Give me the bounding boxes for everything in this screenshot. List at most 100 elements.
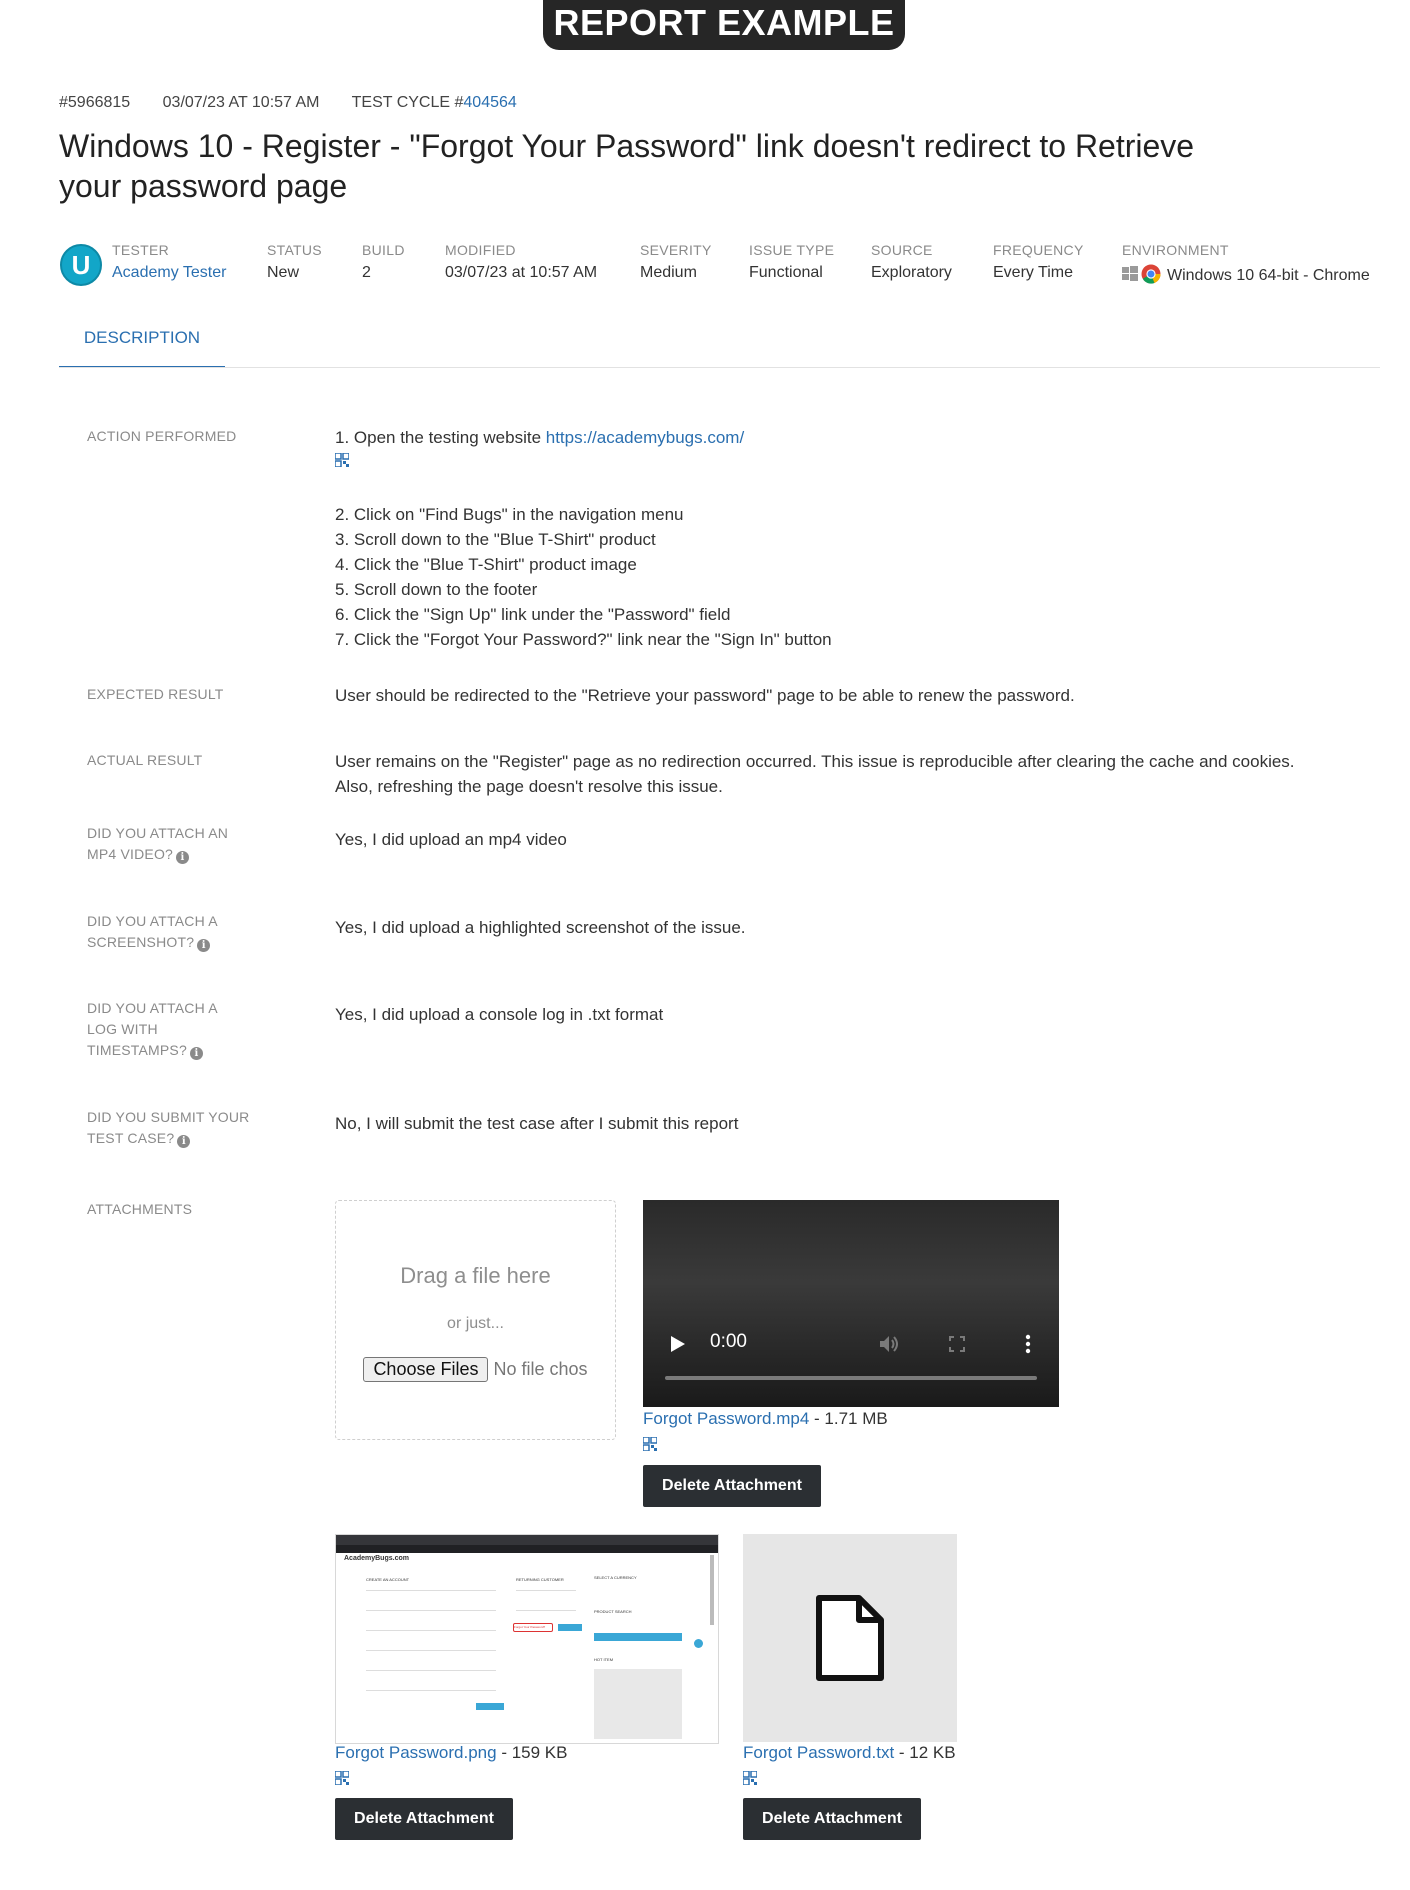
label-text: TIMESTAMPS? bbox=[87, 1042, 187, 1058]
file-icon bbox=[816, 1595, 884, 1681]
attachment-link-txt[interactable]: Forgot Password.txt bbox=[743, 1743, 894, 1762]
text-file-thumbnail[interactable] bbox=[743, 1534, 957, 1742]
thumb-scrollbar bbox=[710, 1555, 714, 1625]
screenshot-question-answer: Yes, I did upload a highlighted screensh… bbox=[335, 918, 746, 937]
thumb-hot-item: HOT ITEM bbox=[594, 1657, 614, 1662]
thumb-search: PRODUCT SEARCH bbox=[594, 1609, 632, 1614]
expected-result-value: User should be redirected to the "Retrie… bbox=[335, 686, 1075, 705]
thumb-forgot-link: Forgot Your Password? bbox=[513, 1623, 553, 1632]
label-line: SCREENSHOT? i bbox=[87, 932, 277, 953]
thumb-hot-item-image bbox=[594, 1669, 682, 1739]
delete-attachment-button[interactable]: Delete Attachment bbox=[643, 1465, 821, 1507]
chrome-icon bbox=[1141, 264, 1161, 284]
actual-result-line: User remains on the "Register" page as n… bbox=[335, 752, 1295, 771]
info-icon[interactable]: i bbox=[197, 939, 211, 952]
thumb-returning: RETURNING CUSTOMER bbox=[516, 1577, 564, 1582]
volume-icon[interactable] bbox=[879, 1334, 901, 1354]
video-question-answer: Yes, I did upload an mp4 video bbox=[335, 830, 567, 849]
action-step: 4. Click the "Blue T-Shirt" product imag… bbox=[335, 555, 637, 574]
video-player[interactable]: 0:00 bbox=[643, 1200, 1059, 1407]
attachment-caption: Forgot Password.txt - 12 KB bbox=[743, 1743, 956, 1763]
label-line: TEST CASE? i bbox=[87, 1128, 277, 1149]
file-picker: Choose Files No file chos bbox=[336, 1357, 615, 1382]
video-time: 0:00 bbox=[710, 1331, 747, 1352]
play-icon[interactable] bbox=[670, 1335, 686, 1353]
fullscreen-icon[interactable] bbox=[949, 1336, 965, 1352]
no-file-text: No file chos bbox=[493, 1359, 588, 1379]
severity-value: Medium bbox=[640, 264, 697, 281]
thumb-field-line bbox=[366, 1650, 496, 1651]
log-question-label: DID YOU ATTACH A LOG WITH TIMESTAMPS? i bbox=[87, 998, 277, 1061]
thumb-field-line bbox=[366, 1590, 496, 1591]
action-step: 7. Click the "Forgot Your Password?" lin… bbox=[335, 630, 832, 649]
field-label: FREQUENCY bbox=[993, 242, 1084, 258]
field-frequency: FREQUENCY Every Time bbox=[993, 242, 1084, 282]
windows-icon bbox=[1122, 266, 1138, 281]
action-step: 6. Click the "Sign Up" link under the "P… bbox=[335, 605, 731, 624]
qr-code-icon[interactable] bbox=[335, 1771, 349, 1785]
video-question-label: DID YOU ATTACH AN MP4 VIDEO? i bbox=[87, 823, 277, 865]
action-step: 2. Click on "Find Bugs" in the navigatio… bbox=[335, 505, 684, 524]
attachments-label: ATTACHMENTS bbox=[87, 1201, 193, 1217]
test-cycle-prefix: TEST CYCLE # bbox=[351, 94, 464, 111]
field-label: SOURCE bbox=[871, 242, 933, 258]
info-icon[interactable]: i bbox=[177, 1135, 191, 1148]
attachment-link-mp4[interactable]: Forgot Password.mp4 bbox=[643, 1409, 809, 1428]
bug-date: 03/07/23 AT 10:57 AM bbox=[162, 94, 320, 111]
label-text: SCREENSHOT? bbox=[87, 934, 195, 950]
more-options-icon[interactable] bbox=[1025, 1334, 1031, 1354]
field-tester: TESTER Academy Tester bbox=[112, 242, 226, 282]
label-line: DID YOU ATTACH A bbox=[87, 1000, 218, 1016]
modified-value: 03/07/23 at 10:57 AM bbox=[445, 264, 598, 281]
action-performed-label: ACTION PERFORMED bbox=[87, 428, 237, 444]
field-build: BUILD 2 bbox=[362, 242, 405, 282]
thumb-field-line bbox=[366, 1670, 496, 1671]
avatar[interactable]: U bbox=[60, 244, 102, 286]
source-value: Exploratory bbox=[871, 264, 952, 281]
thumb-search-button bbox=[594, 1633, 682, 1641]
tab-divider bbox=[59, 367, 1380, 368]
thumb-site-name: AcademyBugs.com bbox=[344, 1555, 409, 1562]
field-label: MODIFIED bbox=[445, 242, 516, 258]
page-title: Windows 10 - Register - "Forgot Your Pas… bbox=[59, 128, 1195, 204]
attachment-caption: Forgot Password.mp4 - 1.71 MB bbox=[643, 1409, 888, 1429]
actual-result-line: Also, refreshing the page doesn't resolv… bbox=[335, 777, 723, 796]
thumb-register-button bbox=[476, 1703, 504, 1710]
actual-result-label: ACTUAL RESULT bbox=[87, 752, 203, 768]
bug-id: #5966815 bbox=[59, 94, 131, 111]
file-dropzone[interactable]: Drag a file here or just... Choose Files… bbox=[335, 1200, 616, 1440]
label-line: DID YOU ATTACH A bbox=[87, 913, 218, 929]
video-progress-bar[interactable] bbox=[665, 1376, 1037, 1380]
qr-code-icon[interactable] bbox=[335, 453, 349, 467]
tab-description[interactable]: DESCRIPTION bbox=[59, 320, 225, 368]
field-label: TESTER bbox=[112, 242, 170, 258]
delete-attachment-button[interactable]: Delete Attachment bbox=[335, 1798, 513, 1840]
field-source: SOURCE Exploratory bbox=[871, 242, 952, 282]
attachment-size: - 159 KB bbox=[496, 1743, 568, 1762]
testing-website-link[interactable]: https://academybugs.com/ bbox=[546, 428, 744, 447]
action-step: 5. Scroll down to the footer bbox=[335, 580, 538, 599]
status-value: New bbox=[267, 264, 300, 281]
field-label: BUILD bbox=[362, 242, 405, 258]
thumb-chat-icon bbox=[694, 1639, 703, 1648]
field-severity: SEVERITY Medium bbox=[640, 242, 712, 282]
field-environment: ENVIRONMENT Windows 10 64-bit - Chrome bbox=[1122, 242, 1370, 285]
thumb-field-line bbox=[366, 1630, 496, 1631]
attachment-link-png[interactable]: Forgot Password.png bbox=[335, 1743, 497, 1762]
test-cycle-link[interactable]: 404564 bbox=[463, 94, 516, 111]
tester-link[interactable]: Academy Tester bbox=[112, 264, 226, 282]
label-line: MP4 VIDEO? i bbox=[87, 844, 277, 865]
screenshot-thumbnail[interactable]: AcademyBugs.com CREATE AN ACCOUNT RETURN… bbox=[335, 1534, 719, 1744]
info-icon[interactable]: i bbox=[176, 851, 190, 864]
drag-file-text: Drag a file here bbox=[400, 1263, 551, 1288]
thumb-signin-button bbox=[558, 1624, 582, 1631]
thumb-field-line bbox=[516, 1610, 576, 1611]
label-line: DID YOU ATTACH AN bbox=[87, 825, 229, 841]
choose-files-button[interactable]: Choose Files bbox=[363, 1357, 489, 1382]
delete-attachment-button[interactable]: Delete Attachment bbox=[743, 1798, 921, 1840]
action-step-1: 1. Open the testing website https://acad… bbox=[335, 425, 744, 450]
info-icon[interactable]: i bbox=[189, 1047, 203, 1060]
build-value: 2 bbox=[362, 264, 371, 281]
qr-code-icon[interactable] bbox=[743, 1771, 757, 1785]
qr-code-icon[interactable] bbox=[643, 1437, 657, 1451]
